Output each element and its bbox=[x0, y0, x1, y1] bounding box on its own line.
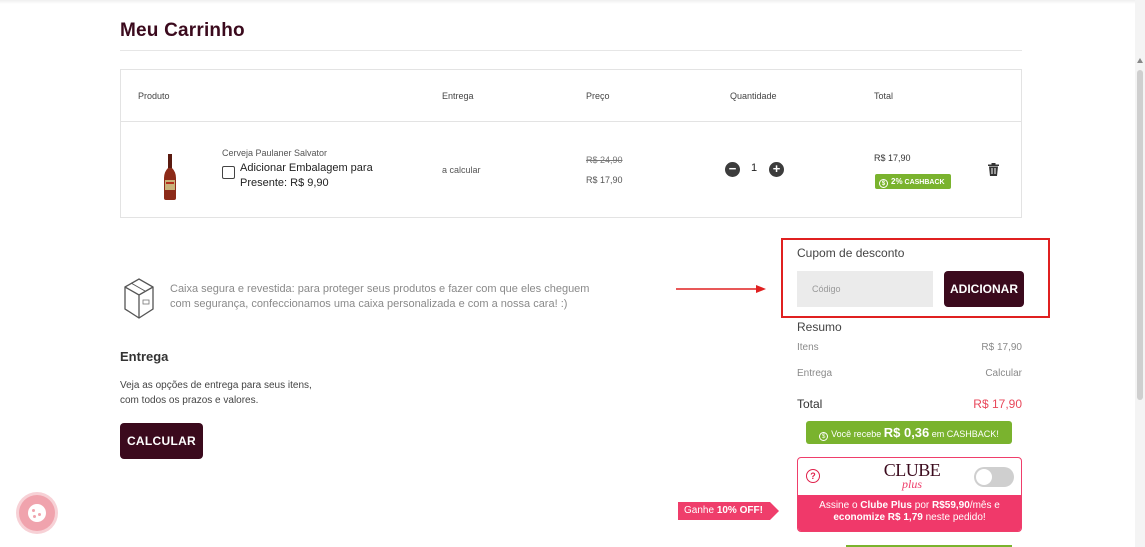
plus-icon[interactable]: + bbox=[769, 162, 784, 177]
help-icon[interactable]: ? bbox=[806, 469, 820, 483]
gift-wrap-label[interactable]: Adicionar Embalagem para Presente: R$ 9,… bbox=[240, 161, 390, 191]
bottle-image[interactable] bbox=[163, 154, 177, 200]
minus-icon[interactable]: − bbox=[725, 162, 740, 177]
offer-savings: R$ 1,79 bbox=[887, 512, 923, 523]
offer-club-name: Clube Plus bbox=[860, 500, 912, 511]
summary-entrega-row: Entrega Calcular bbox=[797, 368, 1022, 379]
clube-plus-toggle[interactable] bbox=[974, 467, 1014, 487]
divider bbox=[120, 50, 1022, 51]
old-price: R$ 24,90 bbox=[586, 155, 623, 165]
ganhe-highlight: 10% OFF! bbox=[716, 505, 763, 516]
top-shadow bbox=[0, 0, 1135, 4]
ganhe-discount-tag: Ganhe 10% OFF! bbox=[678, 502, 779, 520]
summary-itens-value: R$ 17,90 bbox=[981, 342, 1022, 353]
coupon-title: Cupom de desconto bbox=[797, 246, 905, 260]
cashback-badge-label: CASHBACK bbox=[904, 179, 945, 186]
current-price: R$ 17,90 bbox=[586, 175, 623, 185]
row-total: R$ 17,90 bbox=[874, 153, 911, 163]
coin-icon: $ bbox=[879, 179, 888, 188]
delivery-title: Entrega bbox=[120, 349, 169, 364]
coin-icon: $ bbox=[819, 432, 829, 441]
cart-table: Produto Entrega Preço Quantidade Total C… bbox=[120, 69, 1022, 218]
box-icon bbox=[124, 278, 154, 319]
summary-itens-row: Itens R$ 17,90 bbox=[797, 342, 1022, 353]
toggle-knob bbox=[976, 469, 992, 485]
clube-plus-logo: CLUBE plus bbox=[880, 461, 944, 490]
coupon-box: Cupom de desconto ADICIONAR bbox=[781, 238, 1050, 318]
cashback-amount: R$ 0,36 bbox=[883, 425, 930, 440]
table-header: Produto Entrega Preço Quantidade Total bbox=[121, 70, 1021, 122]
secure-box-text: Caixa segura e revestida: para proteger … bbox=[170, 283, 590, 310]
summary-entrega-label: Entrega bbox=[797, 368, 833, 379]
header-total: Total bbox=[874, 91, 894, 101]
header-preco: Preço bbox=[586, 91, 610, 101]
summary-itens-label: Itens bbox=[797, 342, 819, 353]
cashback-suffix: em CASHBACK! bbox=[931, 429, 999, 439]
summary-total-value: R$ 17,90 bbox=[973, 397, 1022, 411]
cookie-shape bbox=[28, 504, 46, 522]
cookie-icon[interactable] bbox=[19, 495, 55, 531]
header-entrega: Entrega bbox=[442, 91, 474, 101]
cashback-badge: $2% CASHBACK bbox=[875, 174, 951, 189]
clube-plus-card: ? CLUBE plus Assine o Clube Plus por R$5… bbox=[797, 457, 1022, 532]
header-produto: Produto bbox=[138, 91, 170, 101]
offer-text: Assine o bbox=[819, 500, 858, 511]
offer-text: neste pedido! bbox=[925, 512, 986, 523]
ganhe-prefix: Ganhe bbox=[684, 505, 715, 516]
cashback-banner: $ Você recebe R$ 0,36 em CASHBACK! bbox=[806, 421, 1012, 444]
gift-wrap-checkbox[interactable] bbox=[222, 166, 235, 179]
summary-entrega-value: Calcular bbox=[985, 368, 1022, 379]
cashback-prefix: Você recebe bbox=[831, 429, 882, 439]
trash-icon[interactable] bbox=[988, 163, 999, 176]
summary-total-label: Total bbox=[797, 397, 823, 411]
offer-text: por bbox=[914, 500, 930, 511]
coupon-input[interactable] bbox=[797, 271, 933, 307]
page-title: Meu Carrinho bbox=[120, 20, 245, 41]
delivery-value: a calcular bbox=[442, 165, 481, 175]
arrow-icon bbox=[676, 285, 766, 293]
product-name[interactable]: Cerveja Paulaner Salvator bbox=[222, 148, 327, 158]
offer-text: /mês e bbox=[969, 500, 1000, 511]
scroll-thumb[interactable] bbox=[1137, 70, 1143, 400]
header-quantidade: Quantidade bbox=[730, 91, 777, 101]
scrollbar[interactable] bbox=[1135, 0, 1145, 547]
quantity-value: 1 bbox=[750, 162, 758, 174]
scroll-up-arrow[interactable] bbox=[1137, 58, 1143, 63]
summary-title: Resumo bbox=[797, 320, 842, 334]
cashback-percent: 2% bbox=[891, 177, 903, 186]
summary-total-row: Total R$ 17,90 bbox=[797, 397, 1022, 411]
offer-price: R$59,90 bbox=[932, 500, 970, 511]
delivery-description: Veja as opções de entrega para seus iten… bbox=[120, 380, 312, 406]
clube-logo-line2: plus bbox=[901, 477, 922, 491]
add-coupon-button[interactable]: ADICIONAR bbox=[944, 271, 1024, 307]
offer-text: economize bbox=[833, 512, 886, 523]
cart-page: Meu Carrinho Produto Entrega Preço Quant… bbox=[0, 0, 1145, 547]
clube-plus-offer: Assine o Clube Plus por R$59,90/mês e ec… bbox=[798, 495, 1021, 531]
calculate-button[interactable]: CALCULAR bbox=[120, 423, 203, 459]
